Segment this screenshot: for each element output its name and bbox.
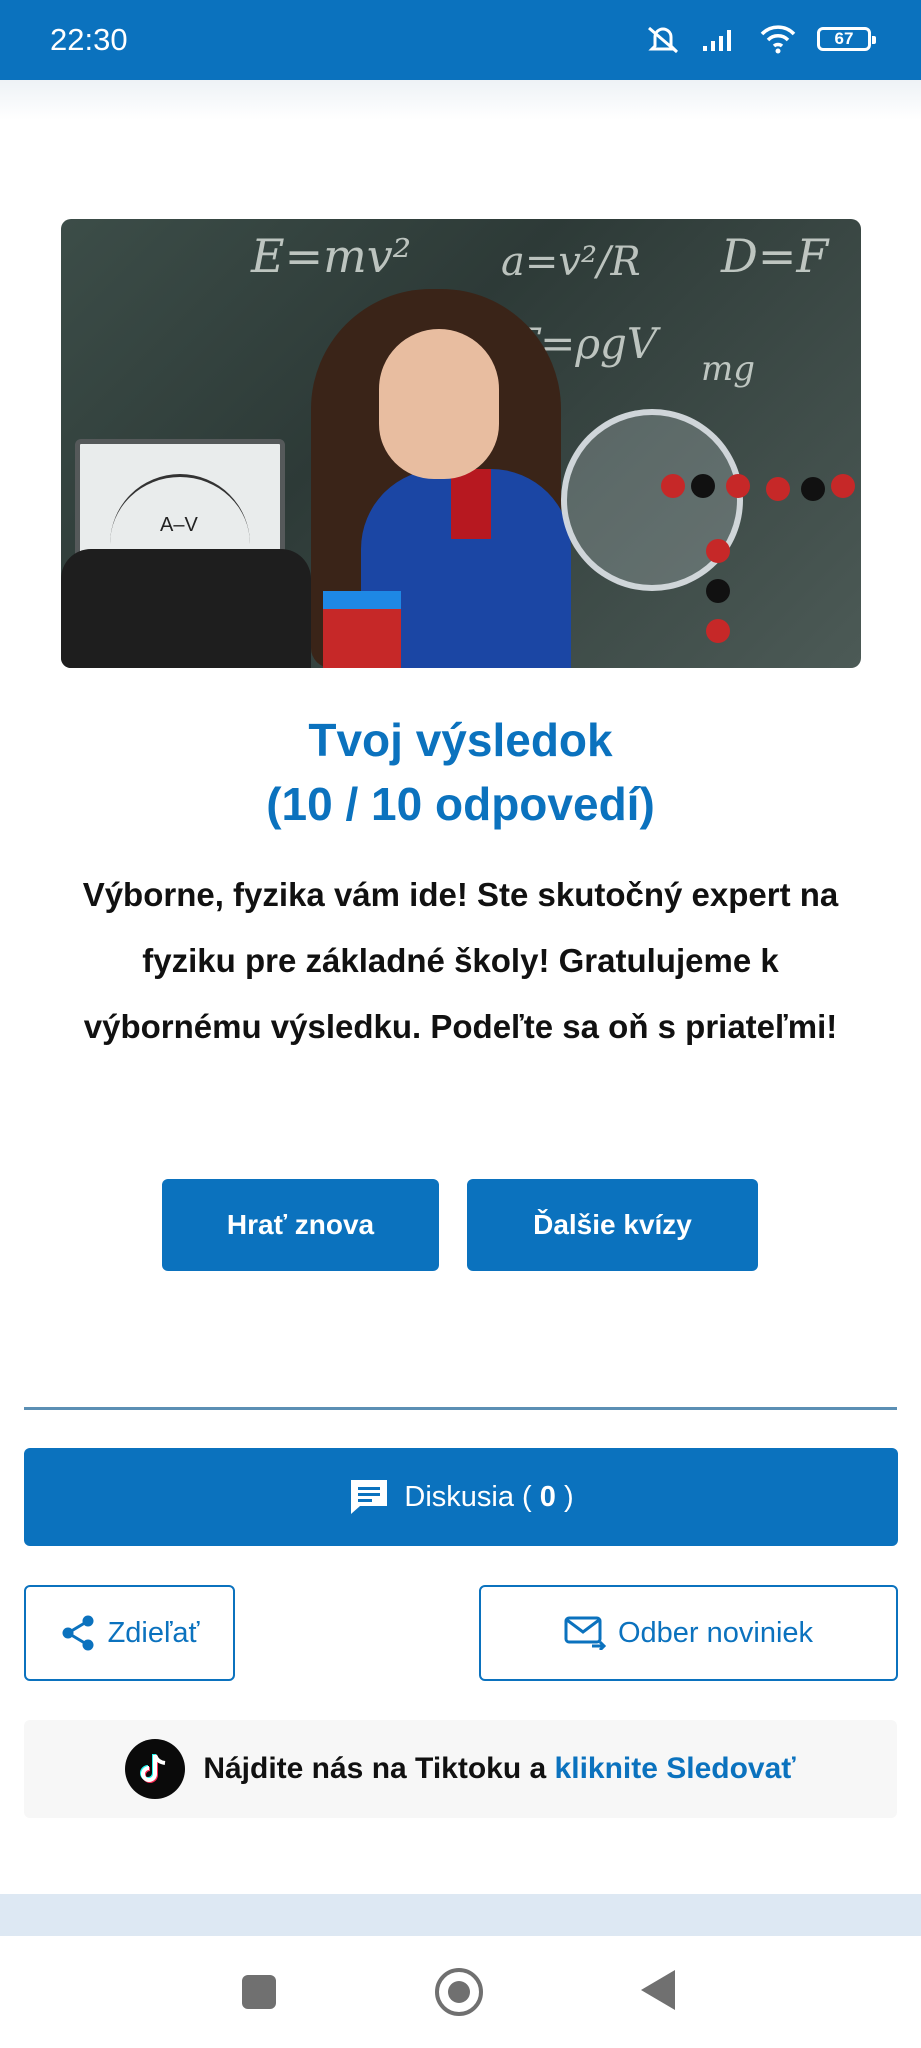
share-button[interactable]: Zdieľať [24, 1585, 235, 1681]
board-formula: E=mv² [251, 229, 412, 283]
model-ball [726, 474, 750, 498]
back-icon[interactable] [641, 1970, 675, 2010]
board-formula: mg [701, 349, 756, 389]
quiz-result-image: E=mv² a=v²/R D=F F=ρgV mg A–V [61, 219, 861, 668]
tiktok-text: Nájdite nás na Tiktoku a [203, 1752, 547, 1785]
discussion-button[interactable]: Diskusia ( 0 ) [24, 1448, 898, 1546]
status-bar: 22:30 67 [0, 0, 921, 80]
mute-icon [648, 26, 678, 54]
top-shadow [0, 80, 921, 120]
discussion-close: ) [563, 1480, 574, 1513]
tiktok-icon[interactable] [125, 1739, 186, 1799]
board-formula: D=F [721, 229, 829, 283]
model-ball [661, 474, 685, 498]
student-face [379, 329, 499, 479]
status-icons: 67 [645, 24, 876, 54]
result-title: Tvoj výsledok (10 / 10 odpovedí) [0, 708, 921, 836]
result-score: (10 / 10 odpovedí) [266, 778, 655, 830]
model-ball [831, 474, 855, 498]
voltmeter: A–V [75, 439, 285, 559]
result-title-line: Tvoj výsledok [308, 714, 613, 766]
tiktok-promo: Nájdite nás na Tiktoku a kliknite Sledov… [24, 1720, 897, 1818]
status-time: 22:30 [50, 22, 128, 57]
recents-icon[interactable] [242, 1975, 276, 2009]
chat-icon [351, 1480, 388, 1514]
wifi-icon [760, 25, 796, 54]
mail-icon [564, 1616, 606, 1650]
play-again-button[interactable]: Hrať znova [162, 1179, 439, 1271]
student-collar [451, 469, 491, 539]
newsletter-button[interactable]: Odber noviniek [479, 1585, 898, 1681]
discussion-count: 0 [539, 1480, 556, 1513]
model-ball [801, 477, 825, 501]
magnet-cube [323, 591, 401, 668]
divider [24, 1407, 897, 1410]
model-ball [706, 579, 730, 603]
battery-icon: 67 [817, 27, 876, 51]
model-ball [706, 539, 730, 563]
result-message: Výborne, fyzika vám ide! Ste skutočný ex… [82, 876, 839, 1045]
footer-band [0, 1894, 921, 1936]
generator-device [61, 549, 311, 668]
model-ball [766, 477, 790, 501]
newsletter-label: Odber noviniek [617, 1616, 814, 1649]
wimshurst-machine [561, 409, 743, 591]
share-icon [62, 1615, 94, 1651]
home-icon[interactable] [435, 1968, 483, 2016]
share-label: Zdieľať [107, 1616, 200, 1649]
tiktok-follow-link[interactable]: kliknite Sledovať [555, 1752, 796, 1785]
signal-icon [703, 30, 731, 51]
model-ball [706, 619, 730, 643]
battery-level: 67 [834, 29, 854, 48]
discussion-label: Diskusia ( [404, 1480, 532, 1513]
model-ball [691, 474, 715, 498]
board-formula: a=v²/R [501, 239, 641, 285]
more-quizzes-button[interactable]: Ďalšie kvízy [467, 1179, 758, 1271]
